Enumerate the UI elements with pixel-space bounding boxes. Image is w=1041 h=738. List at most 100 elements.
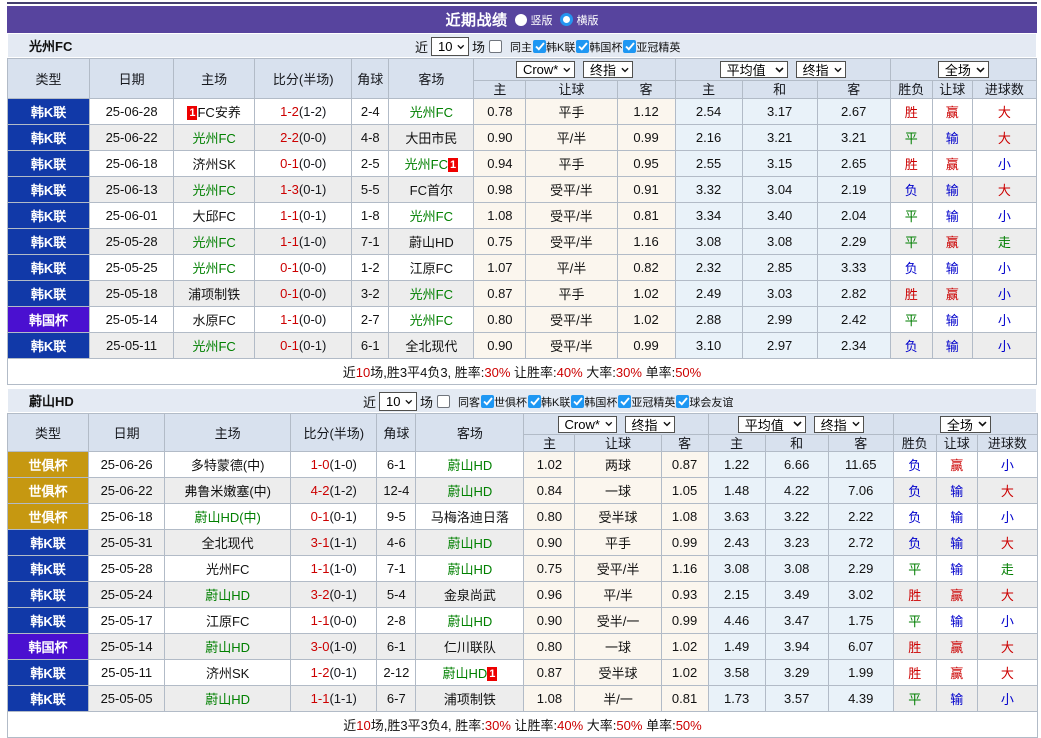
- radio-horizontal-layout-icon[interactable]: [560, 13, 573, 26]
- checkbox-icon[interactable]: [437, 395, 450, 408]
- away-team-name[interactable]: 光州FC: [410, 313, 453, 328]
- home-team-name[interactable]: 浦项制铁: [188, 287, 240, 302]
- odds-time-select[interactable]: 终指: [796, 61, 846, 78]
- filter-checkbox[interactable]: 同主: [488, 39, 532, 55]
- away-team-name[interactable]: 马梅洛迪日落: [431, 510, 509, 525]
- home-team-name[interactable]: 多特蒙德(中): [191, 458, 265, 473]
- period-select[interactable]: 全场: [940, 416, 991, 433]
- home-team-name[interactable]: 济州SK: [192, 157, 235, 172]
- league-badge: 韩K联: [8, 203, 90, 229]
- bookmaker-select[interactable]: Crow*: [558, 416, 617, 433]
- sub-col-header: 主: [474, 81, 526, 99]
- average-select[interactable]: 平均值: [720, 61, 788, 78]
- home-team-cell: 蔚山HD: [165, 582, 291, 608]
- filter-checkbox[interactable]: 亚冠精英: [622, 39, 680, 55]
- home-team-name[interactable]: 蔚山HD: [205, 692, 250, 707]
- average-select[interactable]: 平均值: [738, 416, 806, 433]
- filter-checkbox[interactable]: 韩K联: [532, 39, 575, 55]
- home-team-name[interactable]: 蔚山HD: [205, 588, 250, 603]
- checkbox-icon[interactable]: [576, 40, 589, 53]
- full-time-score: 4-2: [311, 483, 330, 498]
- away-team-name[interactable]: 大田市民: [405, 131, 457, 146]
- radio-horizontal-layout[interactable]: 横版: [560, 12, 599, 28]
- radio-vertical-layout[interactable]: 竖版: [515, 12, 553, 28]
- goals-result-cell: 小: [972, 333, 1036, 359]
- home-team-cell: 弗鲁米嫩塞(中): [165, 478, 291, 504]
- home-team-name[interactable]: 光州FC: [192, 261, 235, 276]
- average-draw-odds-cell: 3.08: [765, 556, 828, 582]
- match-count-select[interactable]: 10: [379, 392, 417, 411]
- odds-time-select[interactable]: 终指: [814, 416, 864, 433]
- full-time-score: 1-1: [311, 613, 330, 628]
- home-team-name[interactable]: FC安养: [197, 105, 240, 120]
- summary-segment: 40%: [557, 365, 583, 380]
- filter-checkbox[interactable]: 韩国杯: [570, 394, 617, 410]
- checkbox-icon[interactable]: [528, 395, 541, 408]
- away-team-name[interactable]: 光州FC: [410, 209, 453, 224]
- home-team-name[interactable]: 水原FC: [192, 313, 235, 328]
- away-team-name[interactable]: 光州FC: [410, 287, 453, 302]
- handicap-line-cell: 受平/半: [526, 307, 617, 333]
- checkbox-icon[interactable]: [481, 395, 494, 408]
- match-result-cell: 胜: [893, 660, 936, 686]
- home-team-cell: 江原FC: [165, 608, 291, 634]
- away-team-name[interactable]: 蔚山HD: [448, 484, 493, 499]
- filter-checkbox[interactable]: 同客: [436, 394, 480, 410]
- away-team-name[interactable]: 仁川联队: [444, 640, 496, 655]
- corners-cell: 9-5: [377, 504, 416, 530]
- home-team-name[interactable]: 蔚山HD: [205, 640, 250, 655]
- checkbox-icon[interactable]: [571, 395, 584, 408]
- away-team-name[interactable]: 蔚山HD: [443, 666, 488, 681]
- filter-checkbox[interactable]: 韩K联: [527, 394, 570, 410]
- filter-checkbox[interactable]: 世俱杯: [480, 394, 527, 410]
- home-team-name[interactable]: 弗鲁米嫩塞(中): [184, 484, 271, 499]
- checkbox-icon[interactable]: [623, 40, 636, 53]
- away-team-name[interactable]: 蔚山HD: [448, 458, 493, 473]
- home-team-name[interactable]: 光州FC: [192, 131, 235, 146]
- period-select[interactable]: 全场: [938, 61, 989, 78]
- home-team-name[interactable]: 光州FC: [206, 562, 249, 577]
- odds-time-select[interactable]: 终指: [583, 61, 633, 78]
- match-date: 25-06-01: [90, 203, 174, 229]
- home-team-name[interactable]: 光州FC: [192, 235, 235, 250]
- score-cell: 3-1(1-1): [291, 530, 377, 556]
- half-time-score: (0-0): [299, 286, 326, 301]
- home-team-name[interactable]: 江原FC: [206, 614, 249, 629]
- handicap-result-cell: 赢: [932, 281, 972, 307]
- checkbox-icon[interactable]: [533, 40, 546, 53]
- average-home-odds-cell: 2.49: [675, 281, 742, 307]
- home-team-name[interactable]: 蔚山HD(中): [194, 510, 260, 525]
- home-team-name[interactable]: 光州FC: [192, 339, 235, 354]
- corners-cell: 7-1: [377, 556, 416, 582]
- away-team-name[interactable]: 光州FC: [405, 157, 448, 172]
- home-team-name[interactable]: 光州FC: [192, 183, 235, 198]
- away-team-name[interactable]: 蔚山HD: [409, 235, 454, 250]
- checkbox-icon[interactable]: [618, 395, 631, 408]
- away-team-name[interactable]: 蔚山HD: [448, 562, 493, 577]
- home-team-name[interactable]: 大邱FC: [192, 209, 235, 224]
- away-team-name[interactable]: 蔚山HD: [448, 536, 493, 551]
- col-score-header: 比分(半场): [291, 414, 377, 452]
- home-team-name[interactable]: 济州SK: [206, 666, 249, 681]
- corners-cell: 6-1: [377, 634, 416, 660]
- filter-checkbox[interactable]: 韩国杯: [575, 39, 622, 55]
- match-count-select[interactable]: 10: [431, 37, 469, 56]
- away-team-name[interactable]: 浦项制铁: [444, 692, 496, 707]
- filter-checkbox[interactable]: 球会友谊: [675, 394, 733, 410]
- away-team-name[interactable]: FC首尔: [410, 183, 453, 198]
- away-team-name[interactable]: 光州FC: [410, 105, 453, 120]
- radio-vertical-layout-icon[interactable]: [515, 14, 527, 26]
- away-team-name[interactable]: 金泉尚武: [444, 588, 496, 603]
- checkbox-icon[interactable]: [676, 395, 689, 408]
- away-team-name[interactable]: 江原FC: [410, 261, 453, 276]
- filter-checkbox[interactable]: 亚冠精英: [617, 394, 675, 410]
- bookmaker-select[interactable]: Crow*: [516, 61, 575, 78]
- sub-col-header: 进球数: [972, 81, 1036, 99]
- home-team-name[interactable]: 全北现代: [202, 536, 254, 551]
- odds-time-select[interactable]: 终指: [625, 416, 675, 433]
- average-away-odds-cell: 2.34: [817, 333, 890, 359]
- away-team-name[interactable]: 全北现代: [405, 339, 457, 354]
- away-team-name[interactable]: 蔚山HD: [448, 614, 493, 629]
- checkbox-icon[interactable]: [489, 40, 502, 53]
- home-team-cell: 多特蒙德(中): [165, 452, 291, 478]
